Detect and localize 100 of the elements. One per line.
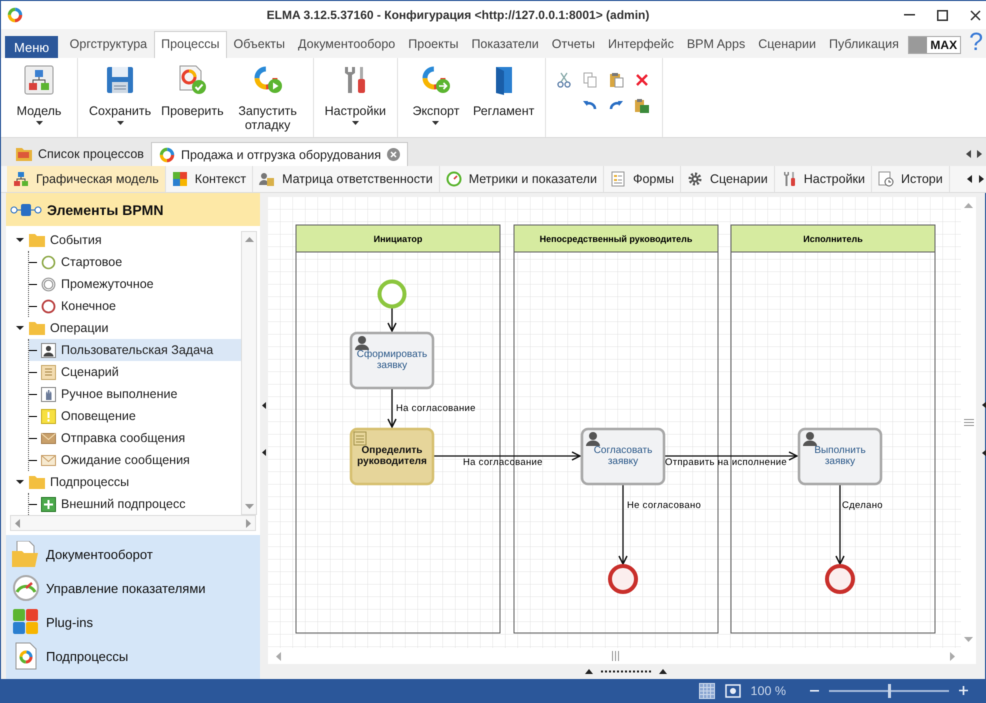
ribbon-button[interactable]: Настройки xyxy=(322,58,389,137)
navigation-section[interactable]: Документооборот xyxy=(6,537,260,571)
ribbon-button[interactable]: Экспорт xyxy=(406,58,466,137)
scissors-icon[interactable] xyxy=(556,72,572,88)
expand-caret-icon[interactable] xyxy=(16,324,24,332)
flow-arrow xyxy=(387,388,397,428)
document-tab[interactable]: Список процессов xyxy=(9,142,151,166)
delete-icon[interactable] xyxy=(634,72,650,88)
document-tab[interactable]: Продажа и отгрузка оборудования xyxy=(150,142,408,166)
task-node[interactable] xyxy=(580,428,666,486)
lane-title: Инициатор xyxy=(374,234,422,244)
view-tab[interactable]: Матрица ответственности xyxy=(253,166,440,192)
main-tab[interactable]: Объекты xyxy=(226,31,292,58)
scroll-left-icon[interactable] xyxy=(966,150,971,158)
script-icon xyxy=(354,432,366,446)
expand-caret-icon[interactable] xyxy=(16,478,24,486)
end-event-icon xyxy=(41,298,56,314)
clipboard-icon[interactable] xyxy=(608,72,624,88)
gauge-icon xyxy=(446,171,462,187)
intermediate-event-icon xyxy=(41,276,56,292)
person-icon xyxy=(41,342,56,358)
expand-caret-icon[interactable] xyxy=(16,236,24,244)
help-button[interactable]: ? xyxy=(969,29,983,56)
collapse-arrow-icon[interactable] xyxy=(262,402,266,408)
main-tab[interactable]: Интерфейс xyxy=(601,31,680,58)
tree-group[interactable]: Операции xyxy=(6,317,241,339)
flow-label: На согласование xyxy=(396,403,476,414)
main-tab[interactable]: Процессы xyxy=(154,31,227,58)
view-tab[interactable]: Метрики и показатели xyxy=(440,166,604,192)
main-tab[interactable]: BPM Apps xyxy=(680,31,752,58)
person-icon xyxy=(803,432,817,446)
caret-icon xyxy=(36,121,42,125)
maximize-icon[interactable] xyxy=(937,10,948,20)
close-icon[interactable] xyxy=(970,10,981,20)
view-tab[interactable]: Истори xyxy=(872,166,950,192)
minimize-icon[interactable] xyxy=(904,14,915,16)
close-tab-icon[interactable] xyxy=(387,148,400,161)
caret-icon xyxy=(116,121,124,125)
ribbon-button[interactable]: Запустить отладку xyxy=(230,58,305,137)
slider-thumb[interactable] xyxy=(888,684,891,698)
main-tab[interactable]: Показатели xyxy=(464,31,546,58)
splitter-grip-icon[interactable] xyxy=(601,670,651,673)
view-tab[interactable]: Настройки xyxy=(774,166,872,192)
zoom-in-icon[interactable] xyxy=(959,686,968,695)
task-node[interactable] xyxy=(350,332,434,390)
task-node[interactable] xyxy=(350,428,434,486)
scroll-up-icon[interactable] xyxy=(244,237,254,242)
ribbon-button[interactable]: Сохранить xyxy=(86,58,154,137)
max-badge[interactable]: MAX xyxy=(908,36,962,54)
caret-icon xyxy=(432,121,440,125)
task-node[interactable] xyxy=(798,428,882,486)
collapse-arrow-icon[interactable] xyxy=(982,400,986,408)
window-title: ELMA 3.12.5.37160 - Конфигурация <http://127.0.0.1:8001> (admin) xyxy=(266,8,650,22)
tree-item[interactable]: Пользовательская Задача xyxy=(29,339,241,361)
navigation-section[interactable]: Plug-ins xyxy=(6,605,260,639)
flow-label: Сделано xyxy=(842,500,883,511)
folder-icon xyxy=(29,476,45,488)
expand-up-icon[interactable] xyxy=(659,669,667,674)
paste-special-icon[interactable] xyxy=(634,98,650,114)
main-tab[interactable]: Сценарии xyxy=(752,31,822,58)
tree-group[interactable]: События xyxy=(6,229,241,251)
scroll-left-icon[interactable] xyxy=(967,175,972,183)
view-tab[interactable]: Контекст xyxy=(166,166,254,192)
grid-icon[interactable] xyxy=(698,682,715,698)
main-tab[interactable]: Отчеты xyxy=(545,31,602,58)
alert-icon xyxy=(41,408,56,424)
main-tab[interactable]: Проекты xyxy=(402,31,465,58)
envelope-icon xyxy=(41,452,56,468)
gear-icon xyxy=(686,171,703,187)
tree-group[interactable]: Подпроцессы xyxy=(6,471,241,493)
caret-icon xyxy=(352,121,359,125)
ribbon-button[interactable]: Регламент xyxy=(470,58,538,137)
main-tab[interactable]: Оргструктура xyxy=(63,31,154,58)
scroll-down-icon[interactable] xyxy=(244,504,254,509)
plus-box-icon xyxy=(41,496,56,512)
scroll-thumb-icon[interactable] xyxy=(964,419,974,426)
start-event-icon xyxy=(41,254,56,270)
main-tab[interactable]: Публикация xyxy=(822,31,906,58)
bpmn-elements-icon xyxy=(10,202,42,218)
hand-icon xyxy=(41,386,56,402)
puzzle-icon xyxy=(172,171,188,187)
navigation-section[interactable]: Управление показателями xyxy=(6,571,260,605)
ribbon-button[interactable]: Модель xyxy=(9,58,69,137)
vertical-scrollbar[interactable] xyxy=(241,231,257,515)
scroll-thumb-icon[interactable] xyxy=(612,651,619,661)
collapse-arrow-icon[interactable] xyxy=(982,448,986,456)
view-tab[interactable]: Формы xyxy=(604,166,681,192)
navigation-section[interactable]: Подпроцессы xyxy=(6,639,260,673)
end-event xyxy=(608,564,638,594)
fit-to-screen-icon[interactable] xyxy=(724,684,741,698)
main-tab[interactable]: Документооборо xyxy=(292,31,402,58)
view-tab[interactable]: Графическая модель xyxy=(7,166,166,192)
ribbon-button[interactable]: Проверить xyxy=(158,58,227,137)
script-icon xyxy=(41,364,56,380)
menu-button[interactable]: Меню xyxy=(5,36,58,58)
collapse-arrow-icon[interactable] xyxy=(262,448,266,456)
expand-up-icon[interactable] xyxy=(585,669,593,674)
view-tab[interactable]: Сценарии xyxy=(680,166,775,192)
scroll-right-icon[interactable] xyxy=(979,175,984,183)
scroll-right-icon[interactable] xyxy=(977,150,982,158)
